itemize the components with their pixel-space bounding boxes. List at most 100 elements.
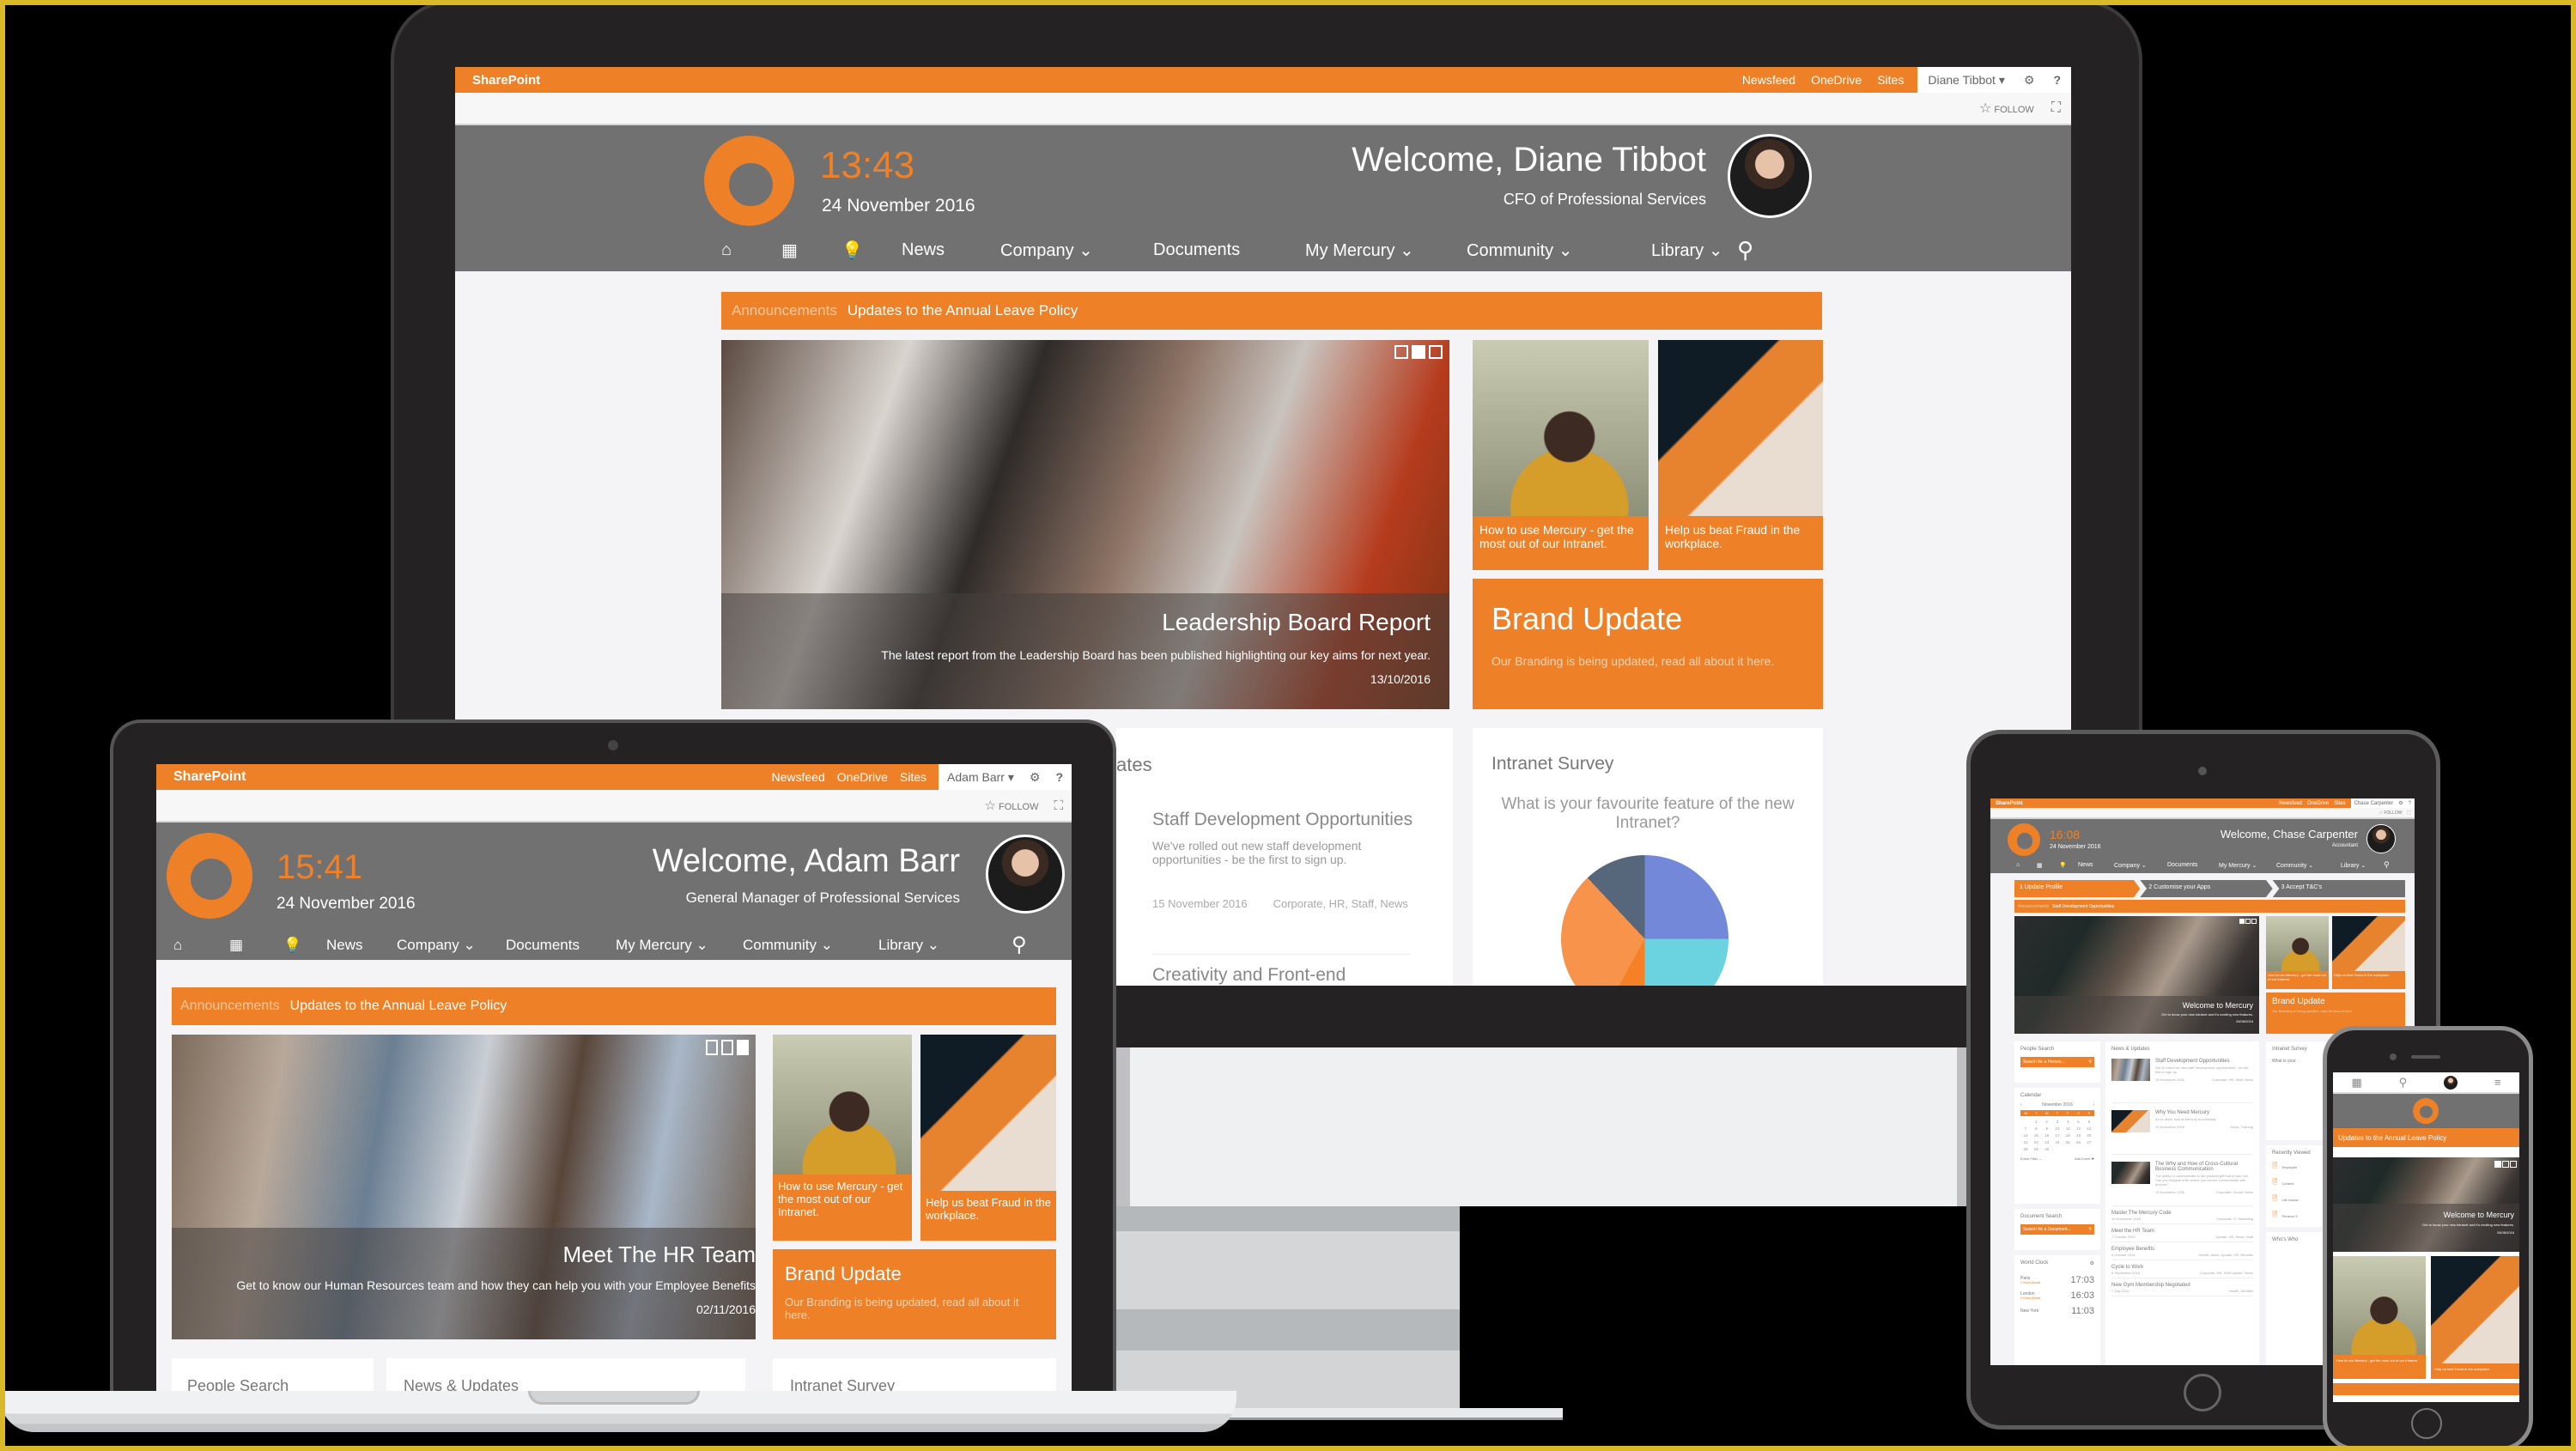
- nav-company[interactable]: Company ⌄: [397, 937, 506, 954]
- hero-title[interactable]: Meet The HR Team: [172, 1242, 756, 1268]
- hero-title[interactable]: Welcome to Mercury: [2020, 1001, 2253, 1010]
- nav-community[interactable]: Community ⌄: [1467, 240, 1651, 261]
- calendar-day[interactable]: 9: [2042, 1126, 2052, 1131]
- calendar-day[interactable]: 8: [2031, 1126, 2041, 1131]
- news-list-item[interactable]: Cycle to Work 8 September 2016 Corporate, …: [2111, 1265, 2253, 1278]
- lightbulb-icon[interactable]: 💡: [283, 937, 326, 954]
- news-item-title[interactable]: Staff Development Opportunities: [2155, 1059, 2253, 1064]
- calendar-day[interactable]: 13: [2084, 1126, 2094, 1131]
- announcement-text[interactable]: Updates to the Annual Leave Policy: [290, 999, 507, 1014]
- nav-company[interactable]: Company ⌄: [2114, 862, 2167, 869]
- news-item-tags[interactable]: Health, News, Update, HR, Benefits: [2198, 1253, 2253, 1257]
- calendar-day[interactable]: 25: [2063, 1140, 2073, 1144]
- calendar-day[interactable]: 21: [2020, 1140, 2031, 1144]
- search-icon[interactable]: ⚲: [1012, 932, 1027, 957]
- carousel-dot-active[interactable]: [737, 1040, 749, 1055]
- hero-carousel[interactable]: Meet The HR Team Get to know our Human R…: [172, 1035, 756, 1339]
- user-menu[interactable]: Chase Carpenter ⚙?: [2350, 798, 2415, 808]
- calendar-day[interactable]: 26: [2073, 1140, 2083, 1144]
- prev-month-icon[interactable]: ‹: [2020, 1102, 2022, 1108]
- calendar-day[interactable]: 20: [2084, 1133, 2094, 1138]
- user-avatar[interactable]: [2366, 824, 2396, 853]
- step-accept-terms[interactable]: 3 Accept T&C's: [2272, 880, 2405, 897]
- news-thumbnail[interactable]: [2111, 1059, 2150, 1081]
- newsfeed-link[interactable]: Newsfeed: [2279, 801, 2302, 806]
- help-icon[interactable]: ?: [1055, 770, 1063, 784]
- app-grid-icon[interactable]: ▦: [2037, 862, 2059, 869]
- tile-how-to-use-mercury[interactable]: How to use Mercury - get the most out of…: [1473, 340, 1649, 570]
- hamburger-menu-icon[interactable]: ≡: [2494, 1076, 2501, 1089]
- news-item-title[interactable]: Meet the HR Team: [2111, 1229, 2253, 1234]
- recent-document-name[interactable]: Content: [2281, 1181, 2293, 1186]
- calendar-day[interactable]: 29: [2031, 1147, 2041, 1151]
- news-item[interactable]: Creativity and Front-end Development: [1152, 954, 1410, 986]
- nav-documents[interactable]: Documents: [1153, 240, 1305, 260]
- home-icon[interactable]: ⌂: [2016, 862, 2037, 868]
- calendar-day[interactable]: 10: [2052, 1126, 2063, 1131]
- step-customise-apps[interactable]: 2 Customise your Apps: [2140, 880, 2273, 897]
- news-item-tags[interactable]: Health, Benefits: [2229, 1289, 2253, 1293]
- carousel-dot[interactable]: [2245, 919, 2251, 924]
- calendar-day[interactable]: 12: [2073, 1126, 2083, 1131]
- news-item-title[interactable]: Cycle to Work: [2111, 1265, 2253, 1270]
- carousel-dot-active[interactable]: [2239, 919, 2245, 924]
- nav-community[interactable]: Community ⌄: [2276, 862, 2341, 869]
- next-month-icon[interactable]: ›: [2093, 1102, 2094, 1108]
- tile-beat-fraud[interactable]: Help us beat Fraud in the workplace.: [920, 1035, 1056, 1241]
- announcement-bar[interactable]: Updates to the Annual Leave Policy: [2333, 1128, 2519, 1147]
- carousel-dot[interactable]: [1394, 345, 1408, 359]
- follow-button[interactable]: ☆ FOLLOW: [1979, 100, 2034, 117]
- newsfeed-link[interactable]: Newsfeed: [1742, 73, 1795, 87]
- tile-brand-update[interactable]: Brand Update Our Branding is being updat…: [1473, 579, 1823, 709]
- calendar-day[interactable]: 1: [2031, 1120, 2041, 1124]
- home-icon[interactable]: ⌂: [721, 240, 781, 260]
- nav-my-mercury[interactable]: My Mercury ⌄: [1305, 240, 1467, 261]
- nav-library[interactable]: Library ⌄: [1651, 240, 1737, 261]
- app-grid-icon[interactable]: ▦: [229, 937, 283, 954]
- search-icon[interactable]: ⚲: [1737, 237, 1753, 264]
- app-grid-icon[interactable]: ▦: [781, 240, 841, 261]
- carousel-dot[interactable]: [2510, 1161, 2517, 1168]
- calendar-day[interactable]: 30: [2042, 1147, 2052, 1151]
- focus-mode-icon[interactable]: ⛶: [2407, 810, 2410, 816]
- focus-mode-icon[interactable]: ⛶: [2051, 100, 2061, 116]
- announcement-bar[interactable]: Announcements Updates to the Annual Leav…: [172, 987, 1056, 1025]
- sites-link[interactable]: Sites: [1877, 73, 1904, 87]
- settings-gear-icon[interactable]: ⚙: [2090, 1260, 2094, 1266]
- news-item-tags[interactable]: Update, HR, News, Staff: [2216, 1235, 2254, 1239]
- nav-news[interactable]: News: [2078, 862, 2114, 868]
- calendar-day[interactable]: 22: [2031, 1140, 2041, 1144]
- news-thumbnail[interactable]: [2111, 1110, 2150, 1132]
- step-update-profile[interactable]: 1 Update Profile: [2014, 880, 2141, 897]
- calendar-day[interactable]: 11: [2063, 1126, 2073, 1131]
- follow-button[interactable]: ☆ FOLLOW: [985, 798, 1039, 813]
- announcement-text[interactable]: Updates to the Annual Leave Policy: [2338, 1134, 2446, 1142]
- settings-gear-icon[interactable]: ⚙: [1030, 770, 1041, 785]
- nav-library[interactable]: Library ⌄: [2341, 862, 2384, 869]
- news-item-title[interactable]: The Why and How of Cross-Cultural Busine…: [2155, 1162, 2253, 1172]
- recent-document-name[interactable]: Pension S: [2281, 1214, 2297, 1218]
- user-avatar[interactable]: [2444, 1075, 2458, 1090]
- nav-news[interactable]: News: [902, 240, 1000, 260]
- hero-carousel[interactable]: Leadership Board Report The latest repor…: [721, 340, 1449, 709]
- calendar-day[interactable]: 16: [2042, 1133, 2052, 1138]
- sites-link[interactable]: Sites: [2334, 801, 2345, 806]
- news-list-item[interactable]: New Gym Membership Negotiated 7 July 2016…: [2111, 1283, 2253, 1296]
- settings-gear-icon[interactable]: ⚙: [2398, 800, 2403, 806]
- sharepoint-title[interactable]: SharePoint: [472, 73, 1742, 88]
- news-item-tags[interactable]: Corporate, HR, Staff Update, News: [2200, 1271, 2253, 1275]
- tile-how-to-use-mercury[interactable]: How to use Mercury - get the most out of…: [773, 1035, 912, 1241]
- announcement-text[interactable]: Staff Development Opportunities: [2052, 904, 2114, 909]
- nav-documents[interactable]: Documents: [506, 937, 616, 954]
- search-icon[interactable]: ⚲: [2088, 1227, 2092, 1232]
- lightbulb-icon[interactable]: 💡: [841, 240, 902, 261]
- calendar-day[interactable]: 4: [2063, 1120, 2073, 1124]
- sites-link[interactable]: Sites: [900, 770, 927, 784]
- nav-documents[interactable]: Documents: [2167, 862, 2219, 868]
- news-item[interactable]: The Why and How of Cross-Cultural Busine…: [2111, 1162, 2253, 1206]
- carousel-dot[interactable]: [706, 1040, 718, 1055]
- onedrive-link[interactable]: OneDrive: [837, 770, 888, 784]
- hero-title[interactable]: Welcome to Mercury: [2338, 1211, 2514, 1219]
- nav-news[interactable]: News: [326, 937, 397, 954]
- nav-company[interactable]: Company ⌄: [1000, 240, 1153, 261]
